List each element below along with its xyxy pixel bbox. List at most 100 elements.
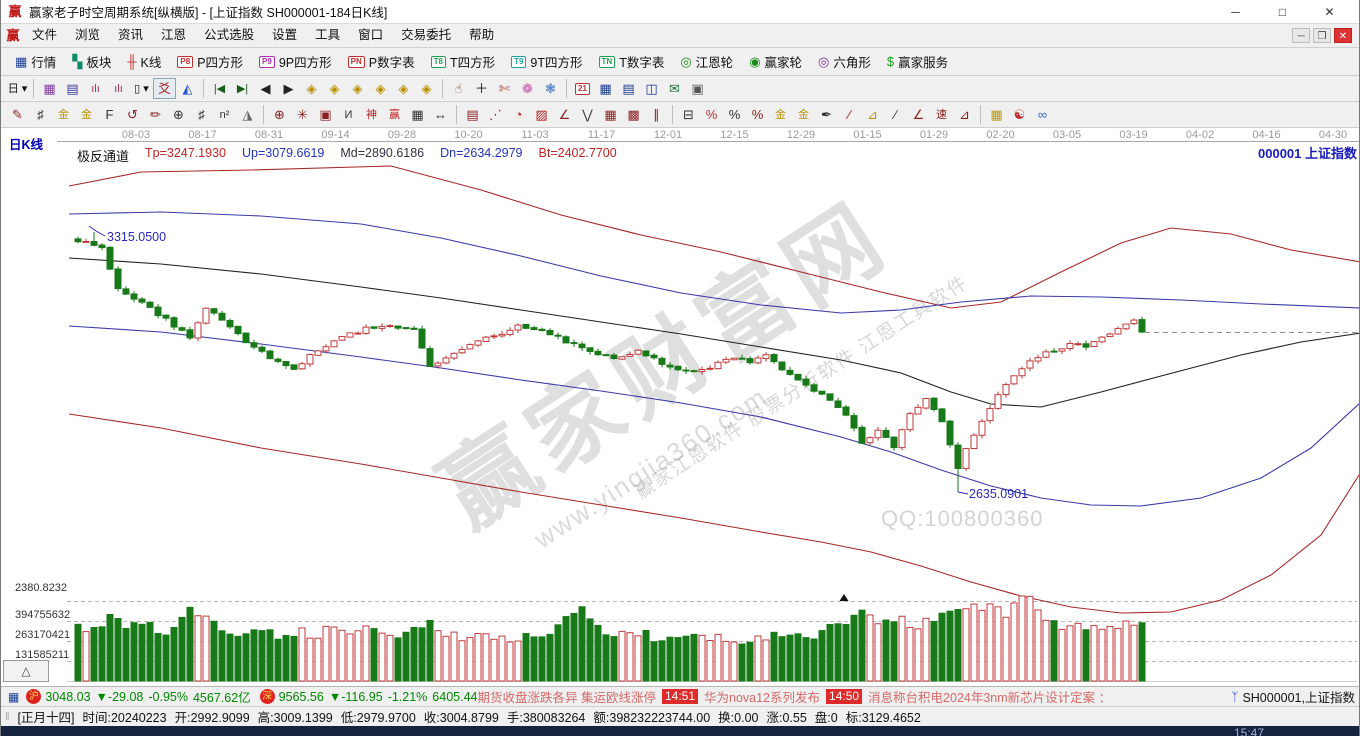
quote-table-icon[interactable]: ▦: [8, 690, 19, 704]
mdi-close-icon[interactable]: ✕: [1334, 28, 1352, 43]
calendar-icon[interactable]: 21: [571, 78, 594, 99]
kline-button[interactable]: ╫K线: [119, 50, 169, 74]
star-burst-icon[interactable]: ✳: [291, 104, 314, 125]
hand-tool-icon[interactable]: ☝: [447, 78, 470, 99]
menu-交易委托[interactable]: 交易委托: [392, 24, 460, 47]
winner-wheel-button[interactable]: ◉赢家轮: [741, 50, 810, 74]
gann-diamond-v-icon[interactable]: ◈: [392, 78, 415, 99]
sectors-button[interactable]: ▚板块: [64, 50, 119, 74]
net-chart-icon[interactable]: ▦: [38, 78, 61, 99]
p-number-table-button[interactable]: PNP数字表: [340, 50, 423, 74]
taiji-icon[interactable]: ☯: [1008, 104, 1031, 125]
speed-line-icon[interactable]: ∕: [838, 104, 861, 125]
9p-square-button[interactable]: P99P四方形: [251, 50, 340, 74]
menu-公式选股[interactable]: 公式选股: [195, 24, 263, 47]
angle-line-icon[interactable]: ∠: [553, 104, 576, 125]
fan-lines-icon[interactable]: ⋰: [484, 104, 507, 125]
gann-diamond-h-icon[interactable]: ◈: [346, 78, 369, 99]
maximize-icon[interactable]: □: [1259, 1, 1306, 23]
mdi-minimize-icon[interactable]: ─: [1292, 28, 1310, 43]
percent-red-icon[interactable]: %: [700, 104, 723, 125]
prev-kline-icon[interactable]: ◀: [254, 78, 277, 99]
kline-chart-area[interactable]: 08-0308-1708-3109-1409-2810-2011-0311-17…: [1, 128, 1360, 686]
close-icon[interactable]: ✕: [1306, 1, 1353, 23]
gann-diamond-cross-icon[interactable]: ◈: [369, 78, 392, 99]
circle-cross-icon[interactable]: ⊕: [167, 104, 190, 125]
h-measure-icon[interactable]: ↔: [429, 104, 452, 125]
gold-line-icon[interactable]: 金: [792, 104, 815, 125]
color-chart-icon[interactable]: ◭: [176, 78, 199, 99]
ink-pen-icon[interactable]: ✒: [815, 104, 838, 125]
seat-tool-icon[interactable]: ⊿: [953, 104, 976, 125]
menu-帮助[interactable]: 帮助: [460, 24, 503, 47]
grid-tool-icon[interactable]: ♯: [29, 104, 52, 125]
infinity-icon[interactable]: ∞: [1031, 104, 1054, 125]
period-day-dropdown[interactable]: 日 ▾: [6, 78, 29, 99]
ying-tool-icon[interactable]: 赢: [383, 104, 406, 125]
gold-angle-icon[interactable]: ⊿: [861, 104, 884, 125]
menu-江恩[interactable]: 江恩: [152, 24, 195, 47]
f-grid-icon[interactable]: F: [98, 104, 121, 125]
winner-service-button[interactable]: $赢家服务: [879, 50, 956, 74]
menu-设置[interactable]: 设置: [263, 24, 306, 47]
f-angle-icon[interactable]: ∠: [907, 104, 930, 125]
minimize-icon[interactable]: ─: [1212, 1, 1259, 23]
ruler-grid-icon[interactable]: ▦: [406, 104, 429, 125]
brain-blue-icon[interactable]: ❃: [539, 78, 562, 99]
t-square-button[interactable]: T8T四方形: [423, 50, 503, 74]
gold-grid-1-icon[interactable]: 金: [52, 104, 75, 125]
percent-icon[interactable]: %: [723, 104, 746, 125]
hexagon-button[interactable]: ◎六角形: [810, 50, 879, 74]
gann-diamond-right-icon[interactable]: ◈: [323, 78, 346, 99]
fill-grid-icon[interactable]: ▩: [622, 104, 645, 125]
percent-line-icon[interactable]: %: [746, 104, 769, 125]
grip-handle[interactable]: ‖: [5, 711, 8, 723]
quotes-button[interactable]: ▦行情: [7, 50, 64, 74]
spiral-icon[interactable]: ↺: [121, 104, 144, 125]
arc-tool-icon[interactable]: ◔: [507, 104, 530, 125]
brush-icon[interactable]: ✏: [144, 104, 167, 125]
gann-diamond-left-icon[interactable]: ◈: [300, 78, 323, 99]
bars-9-icon[interactable]: ılı: [107, 78, 130, 99]
channel-tool-icon[interactable]: 爻: [153, 78, 176, 99]
j-angle-icon[interactable]: ∕: [884, 104, 907, 125]
expand-pane-button[interactable]: △: [3, 660, 49, 682]
menu-浏览[interactable]: 浏览: [66, 24, 109, 47]
first-kline-icon[interactable]: |◀: [208, 78, 231, 99]
next-kline-icon[interactable]: ▶: [277, 78, 300, 99]
box-chart-icon[interactable]: ▤: [461, 104, 484, 125]
v-line-icon[interactable]: ⋁: [576, 104, 599, 125]
export-icon[interactable]: ✉: [663, 78, 686, 99]
t-number-table-button[interactable]: TNT数字表: [591, 50, 673, 74]
n-square-icon[interactable]: n²: [213, 104, 236, 125]
crosshair-icon[interactable]: ＋: [470, 78, 493, 99]
notes-icon[interactable]: ▤: [617, 78, 640, 99]
menu-资讯[interactable]: 资讯: [109, 24, 152, 47]
gold-grid-2-icon[interactable]: 金: [75, 104, 98, 125]
news-ticker[interactable]: 期货收盘涨跌各异 集运欧线涨停14:51华为nova12系列发布14:50消息称…: [477, 687, 1223, 706]
dense-grid-icon[interactable]: ▦: [599, 104, 622, 125]
print-icon[interactable]: ▣: [686, 78, 709, 99]
shen-tool-icon[interactable]: 神: [360, 104, 383, 125]
last-kline-icon[interactable]: ▶|: [231, 78, 254, 99]
list-view-icon[interactable]: ▤: [61, 78, 84, 99]
candle-style-dropdown[interactable]: ▯ ▾: [130, 78, 153, 99]
kline-chart[interactable]: 3315.05002635.0901: [1, 128, 1360, 686]
menu-文件[interactable]: 文件: [23, 24, 66, 47]
gann-diamond-all-icon[interactable]: ◈: [415, 78, 438, 99]
grid-gold-icon[interactable]: ▦: [985, 104, 1008, 125]
mdi-restore-icon[interactable]: ❐: [1313, 28, 1331, 43]
gann-wheel-button[interactable]: ◎江恩轮: [672, 50, 741, 74]
shade-square-icon[interactable]: ▨: [530, 104, 553, 125]
hash-grid-icon[interactable]: ♯: [190, 104, 213, 125]
save-icon[interactable]: ◫: [640, 78, 663, 99]
minus-box-icon[interactable]: ⊟: [677, 104, 700, 125]
gold-circle-icon[interactable]: 金: [769, 104, 792, 125]
cut-icon[interactable]: ✄: [493, 78, 516, 99]
bars-3-icon[interactable]: ılı: [84, 78, 107, 99]
square-target-icon[interactable]: ▣: [314, 104, 337, 125]
menu-窗口[interactable]: 窗口: [349, 24, 392, 47]
gann-circle-icon[interactable]: ⊕: [268, 104, 291, 125]
pen-tool-icon[interactable]: ✎: [6, 104, 29, 125]
brain-pink-icon[interactable]: ❁: [516, 78, 539, 99]
